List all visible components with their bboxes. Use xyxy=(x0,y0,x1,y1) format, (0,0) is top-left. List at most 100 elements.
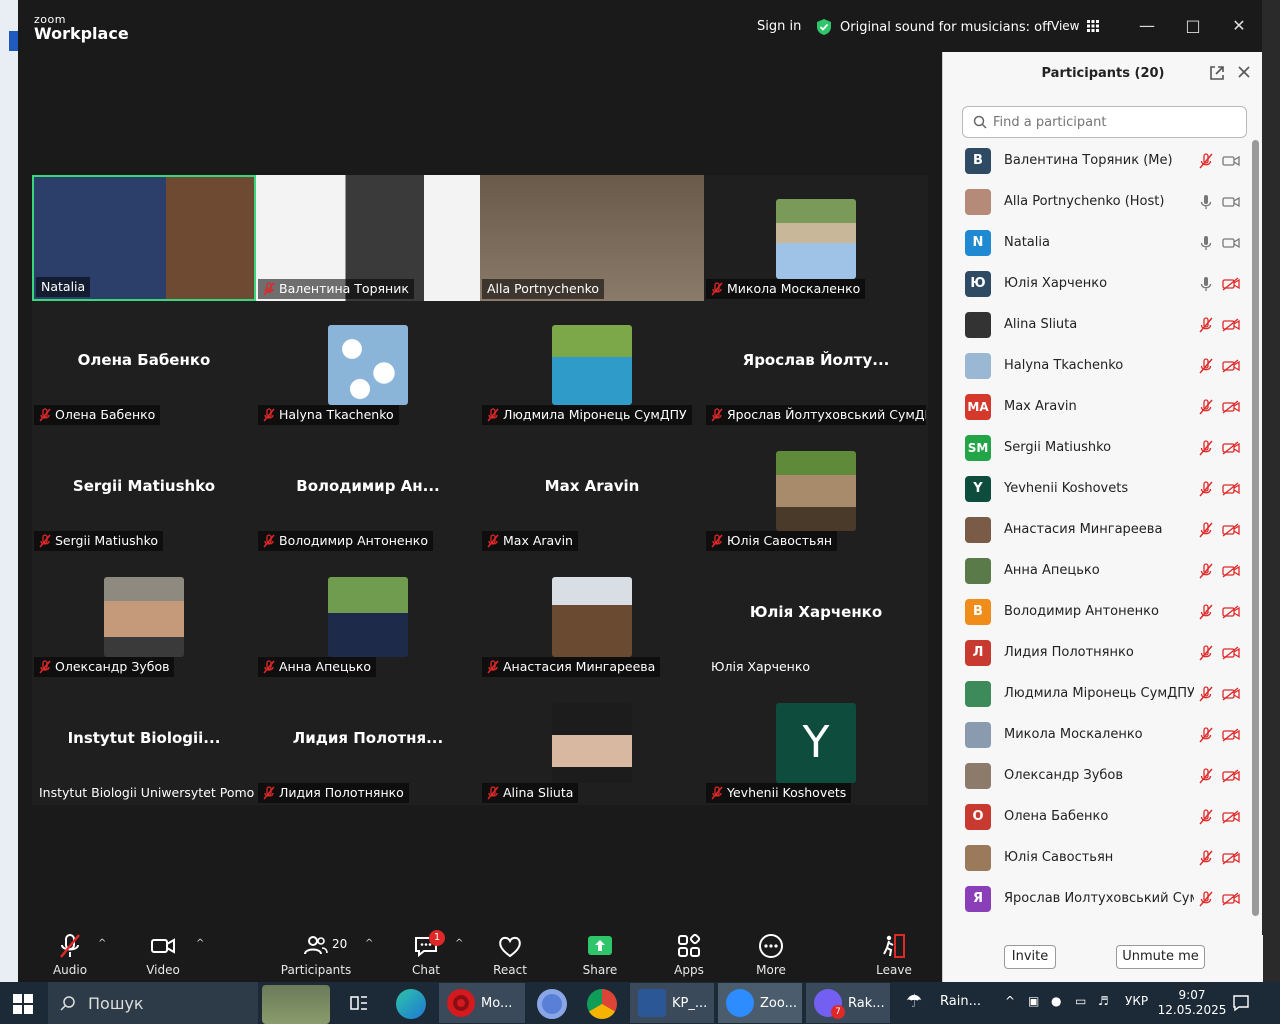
participant-row[interactable]: N Natalia xyxy=(943,222,1253,263)
participant-row[interactable]: О Олена Бабенко xyxy=(943,796,1253,837)
leave-button[interactable]: Leave xyxy=(859,932,929,977)
video-tile[interactable]: Анастасия Мингареева xyxy=(480,553,704,679)
participant-row[interactable]: Halyna Tkachenko xyxy=(943,345,1253,386)
weather-label[interactable]: Rain... xyxy=(940,994,981,1009)
camera-off-icon[interactable] xyxy=(1222,563,1240,578)
camera-off-icon[interactable] xyxy=(1222,440,1240,455)
camera-off-icon[interactable] xyxy=(1222,891,1240,906)
mic-tray-icon[interactable]: ● xyxy=(1051,994,1061,1008)
mic-muted-icon[interactable] xyxy=(1199,316,1213,333)
taskbar-opera[interactable]: Mo... xyxy=(439,983,525,1023)
participants-options-caret[interactable]: ^ xyxy=(365,938,373,949)
invite-button[interactable]: Invite xyxy=(1004,945,1056,969)
camera-off-icon[interactable] xyxy=(1222,522,1240,537)
camera-off-icon[interactable] xyxy=(1222,358,1240,373)
taskbar-search[interactable]: Пошук xyxy=(48,982,258,1024)
participant-row[interactable]: SM Sergii Matiushko xyxy=(943,427,1253,468)
mic-muted-icon[interactable] xyxy=(1199,767,1213,784)
mic-muted-icon[interactable] xyxy=(1199,480,1213,497)
video-tile[interactable]: Анна Апецько xyxy=(256,553,480,679)
camera-tray-icon[interactable]: ▣ xyxy=(1028,994,1039,1008)
mic-icon[interactable] xyxy=(1199,276,1213,292)
network-icon[interactable]: ▭ xyxy=(1075,994,1086,1008)
camera-off-icon[interactable] xyxy=(1222,809,1240,824)
mic-muted-icon[interactable] xyxy=(1199,849,1213,866)
mic-muted-icon[interactable] xyxy=(1199,521,1213,538)
camera-off-icon[interactable] xyxy=(1222,604,1240,619)
minimize-icon[interactable]: — xyxy=(1137,16,1157,36)
participant-row[interactable]: Анна Апецько xyxy=(943,550,1253,591)
participant-row[interactable]: Alla Portnychenko (Host) xyxy=(943,181,1253,222)
maximize-icon[interactable]: □ xyxy=(1183,16,1203,36)
camera-off-icon[interactable] xyxy=(1222,399,1240,414)
video-tile[interactable]: Ярослав Йолту... Ярослав Йолтуховський Су… xyxy=(704,301,928,427)
mic-muted-icon[interactable] xyxy=(1199,890,1213,907)
notifications-icon[interactable] xyxy=(1232,994,1250,1012)
video-options-caret[interactable]: ^ xyxy=(196,938,204,949)
more-button[interactable]: More xyxy=(736,932,806,977)
search-input[interactable] xyxy=(993,114,1233,130)
video-tile[interactable]: Микола Москаленко xyxy=(704,175,928,301)
audio-button[interactable]: Audio xyxy=(35,932,105,977)
music-sound-status[interactable]: Original sound for musicians: off xyxy=(816,19,1051,35)
mic-muted-icon[interactable] xyxy=(1199,357,1213,374)
participant-row[interactable]: Ю Юлія Харченко xyxy=(943,263,1253,304)
video-tile[interactable]: Людмила Міронець СумДПУ xyxy=(480,301,704,427)
participant-row[interactable]: Микола Москаленко xyxy=(943,714,1253,755)
camera-icon[interactable] xyxy=(1222,195,1240,209)
taskbar-word[interactable]: KP_... xyxy=(630,983,714,1023)
edge-browser-icon[interactable] xyxy=(396,989,426,1019)
participant-row[interactable]: Юлія Савостьян xyxy=(943,837,1253,878)
video-tile[interactable]: Instytut Biologii... Instytut Biologii Un… xyxy=(32,679,256,805)
participant-row[interactable]: Л Лидия Полотнянко xyxy=(943,632,1253,673)
share-button[interactable]: Share xyxy=(565,932,635,977)
umbrella-icon[interactable]: ☂ xyxy=(906,991,922,1012)
participant-row[interactable]: Анастасия Мингареева xyxy=(943,509,1253,550)
video-tile[interactable]: Max Aravin Max Aravin xyxy=(480,427,704,553)
mic-muted-icon[interactable] xyxy=(1199,685,1213,702)
volume-icon[interactable]: ♬ xyxy=(1098,994,1109,1008)
video-tile[interactable]: Лидия Полотня... Лидия Полотнянко xyxy=(256,679,480,805)
chrome-icon[interactable] xyxy=(587,989,617,1019)
taskbar-zoom[interactable]: Zoo... xyxy=(718,983,802,1023)
video-tile[interactable]: Natalia xyxy=(32,175,256,301)
mic-muted-icon[interactable] xyxy=(1199,439,1213,456)
camera-off-icon[interactable] xyxy=(1222,276,1240,291)
camera-off-icon[interactable] xyxy=(1222,317,1240,332)
chat-button[interactable]: Chat xyxy=(391,932,461,977)
mic-muted-icon[interactable] xyxy=(1199,562,1213,579)
panel-scrollbar[interactable] xyxy=(1252,140,1259,916)
participant-row[interactable]: Людмила Міронець СумДПУ xyxy=(943,673,1253,714)
video-tile[interactable]: Alla Portnychenko xyxy=(480,175,704,301)
windows-start-icon[interactable] xyxy=(13,994,33,1014)
chrome-alt-icon[interactable] xyxy=(537,989,567,1019)
chat-options-caret[interactable]: ^ xyxy=(455,938,463,949)
mic-icon[interactable] xyxy=(1199,235,1213,251)
camera-icon[interactable] xyxy=(1222,236,1240,250)
audio-options-caret[interactable]: ^ xyxy=(98,938,106,949)
apps-button[interactable]: Apps xyxy=(654,932,724,977)
participant-row[interactable]: Олександр Зубов xyxy=(943,755,1253,796)
video-tile[interactable]: Y Yevhenii Koshovets xyxy=(704,679,928,805)
camera-off-icon[interactable] xyxy=(1222,686,1240,701)
react-button[interactable]: React xyxy=(475,932,545,977)
video-tile[interactable]: Валентина Торяник xyxy=(256,175,480,301)
video-tile[interactable]: Олена Бабенко Олена Бабенко xyxy=(32,301,256,427)
video-tile[interactable]: Юлія Савостьян xyxy=(704,427,928,553)
mic-muted-icon[interactable] xyxy=(1199,644,1213,661)
participant-row[interactable]: Alina Sliuta xyxy=(943,304,1253,345)
participant-row[interactable]: MA Max Aravin xyxy=(943,386,1253,427)
video-tile[interactable]: Володимир Ан... Володимир Антоненко xyxy=(256,427,480,553)
clock[interactable]: 9:07 12.05.2025 xyxy=(1152,988,1232,1018)
mic-muted-icon[interactable] xyxy=(1199,398,1213,415)
video-tile[interactable]: Юлія Харченко Юлія Харченко xyxy=(704,553,928,679)
video-button[interactable]: Video xyxy=(128,932,198,977)
unmute-me-button[interactable]: Unmute me xyxy=(1116,945,1205,969)
taskbar-viber[interactable]: Rak... xyxy=(806,983,890,1023)
camera-off-icon[interactable] xyxy=(1222,850,1240,865)
participant-row[interactable]: Y Yevhenii Koshovets xyxy=(943,468,1253,509)
camera-icon[interactable] xyxy=(1222,154,1240,168)
pop-out-icon[interactable] xyxy=(1209,65,1225,81)
mic-muted-icon[interactable] xyxy=(1199,808,1213,825)
participant-search[interactable] xyxy=(962,106,1247,138)
